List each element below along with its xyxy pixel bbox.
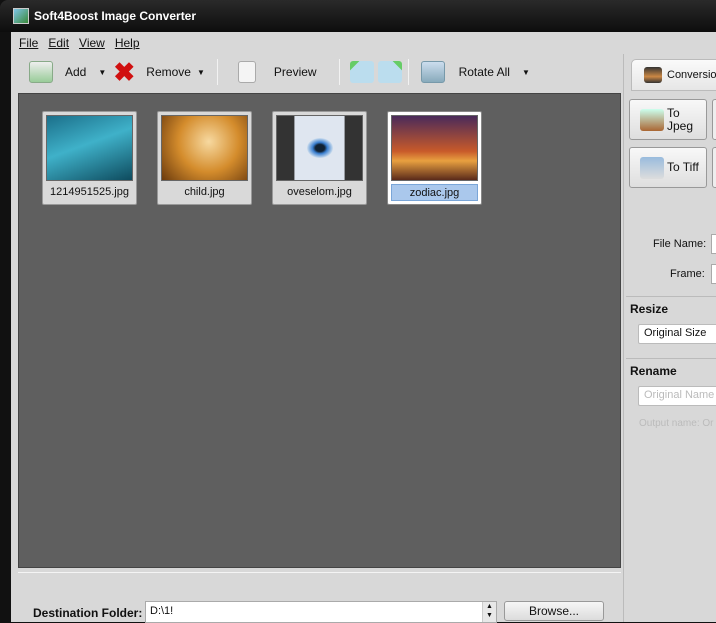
separator — [216, 59, 218, 85]
settings-panel: Conversion ToJpeg To Tiff File Name: Fra… — [623, 54, 716, 622]
thumbnail-item-selected[interactable]: zodiac.jpg — [387, 111, 482, 205]
menu-edit[interactable]: Edit — [48, 36, 69, 50]
resize-select[interactable]: Original Size — [638, 324, 716, 344]
resize-title: Resize — [626, 296, 716, 321]
toolbar: Add ▼ ✖ Remove ▼ Preview Rotate All ▼ — [11, 54, 621, 90]
add-button[interactable]: Add — [11, 61, 92, 83]
add-icon — [29, 61, 53, 83]
rename-title: Rename — [626, 358, 716, 383]
thumbnail-item[interactable]: child.jpg — [157, 111, 252, 205]
thumbnail-image — [161, 115, 248, 181]
output-name: Output name: Or — [639, 418, 714, 429]
window-title: Soft4Boost Image Converter — [34, 9, 197, 23]
to-tiff-button[interactable]: To Tiff — [629, 147, 707, 188]
thumbnail-item[interactable]: oveselom.jpg — [272, 111, 367, 205]
main-window: File Edit View Help Add ▼ ✖ Remove ▼ Previ… — [11, 32, 716, 623]
rotate-left-icon[interactable] — [349, 61, 374, 83]
preview-button[interactable]: Preview — [224, 61, 323, 83]
menu-bar: File Edit View Help — [11, 32, 716, 52]
destination-input[interactable]: D:\1! ▲ ▼ — [145, 601, 497, 623]
destination-bar: Destination Folder: D:\1! ▲ ▼ Browse... — [18, 572, 621, 623]
frame-label: Frame: — [670, 268, 705, 280]
file-name-input[interactable] — [711, 234, 716, 254]
app-icon — [13, 8, 29, 24]
to-jpeg-label: To Jpeg — [667, 105, 694, 133]
menu-help[interactable]: Help — [115, 36, 140, 50]
preview-icon — [237, 61, 256, 83]
add-dropdown[interactable]: ▼ — [98, 68, 106, 77]
thumbnail-image — [391, 115, 478, 181]
tab-conversion[interactable]: Conversion — [631, 59, 716, 91]
frame-input[interactable] — [711, 264, 716, 284]
format-button[interactable] — [712, 99, 716, 140]
format-button[interactable] — [712, 147, 716, 188]
thumbnail-image — [276, 115, 363, 181]
menu-file[interactable]: File — [19, 36, 38, 50]
remove-button[interactable]: ✖ Remove ▼ — [106, 57, 211, 87]
folder-icon — [420, 61, 445, 83]
conversion-icon — [644, 67, 662, 83]
image-list-area[interactable]: 1214951525.jpg child.jpg oveselom.jpg zo… — [18, 93, 621, 568]
tiff-icon — [640, 156, 664, 179]
rotate-all-button[interactable]: Rotate All ▼ — [415, 61, 536, 83]
rotate-all-dropdown[interactable]: ▼ — [522, 68, 530, 77]
thumbnail-image — [46, 115, 133, 181]
menu-view[interactable]: View — [79, 36, 105, 50]
to-jpeg-button[interactable]: To Jpeg — [629, 99, 707, 140]
browse-button[interactable]: Browse... — [504, 601, 604, 621]
separator — [338, 59, 340, 85]
file-name-label: File Name: — [653, 238, 707, 250]
rename-input[interactable]: Original Name — [638, 386, 716, 406]
separator — [407, 59, 409, 85]
remove-icon: ✖ — [113, 57, 136, 87]
title-bar: Soft4Boost Image Converter — [0, 0, 716, 32]
remove-dropdown[interactable]: ▼ — [197, 68, 205, 77]
thumbnail-item[interactable]: 1214951525.jpg — [42, 111, 137, 205]
destination-label: Destination Folder: — [33, 606, 143, 620]
jpeg-icon — [640, 108, 664, 131]
destination-spinner[interactable]: ▲ ▼ — [482, 602, 496, 622]
rotate-right-icon[interactable] — [377, 61, 402, 83]
